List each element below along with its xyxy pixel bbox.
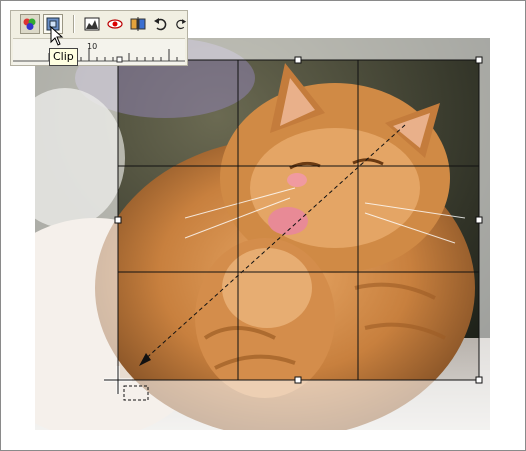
ruler-label: 10 [87, 42, 98, 51]
rotate-right-icon [176, 19, 187, 30]
rotate-left-button[interactable] [151, 14, 171, 34]
ruler-ticks [13, 49, 185, 63]
histogram-icon [84, 17, 100, 31]
color-adjust-icon [23, 18, 36, 30]
color-adjust-button[interactable] [20, 14, 40, 34]
image-toolbar: 10 [10, 10, 188, 66]
cat-photo [35, 38, 490, 430]
toolbar-button-row [11, 11, 187, 37]
horizontal-ruler[interactable]: 10 [13, 38, 185, 65]
mouse-pointer-icon [50, 26, 64, 46]
red-eye-icon [107, 19, 123, 29]
clip-tooltip: Clip [49, 48, 78, 66]
image-canvas[interactable] [35, 38, 490, 430]
red-eye-button[interactable] [105, 14, 125, 34]
mirror-button[interactable] [128, 14, 148, 34]
mirror-icon [130, 17, 146, 31]
toolbar-separator [73, 15, 75, 33]
rotate-left-icon [154, 18, 167, 31]
rotate-right-button[interactable] [174, 14, 187, 34]
histogram-button[interactable] [82, 14, 102, 34]
